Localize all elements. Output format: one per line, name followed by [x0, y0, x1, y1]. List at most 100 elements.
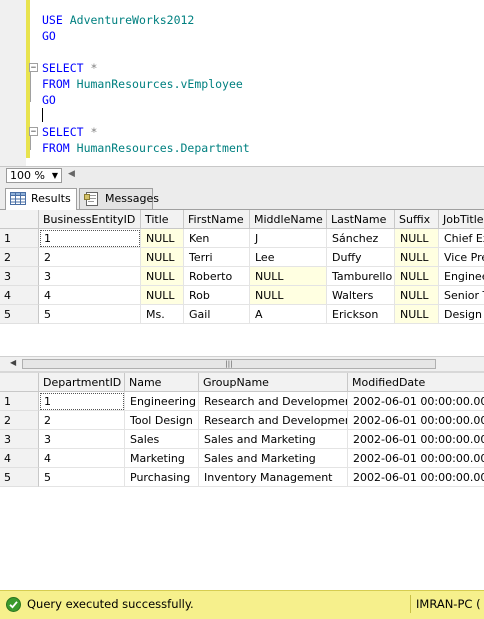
table-cell[interactable]: Engineering	[125, 392, 199, 411]
table-cell[interactable]: Sales and Marketing	[199, 449, 348, 468]
table-cell[interactable]: Terri	[184, 248, 250, 267]
table-cell[interactable]: Ms.	[141, 305, 184, 324]
table-cell[interactable]: Erickson	[327, 305, 395, 324]
scroll-left-icon[interactable]: ◀	[68, 169, 75, 179]
grid-corner[interactable]	[0, 373, 39, 392]
table-cell[interactable]: 2	[39, 248, 141, 267]
column-header[interactable]: Name	[125, 373, 199, 392]
tab-messages[interactable]: Messages	[79, 188, 159, 209]
table-cell[interactable]: Research and Development	[199, 411, 348, 430]
status-message: Query executed successfully.	[27, 597, 194, 611]
table-cell[interactable]: Gail	[184, 305, 250, 324]
table-cell[interactable]: Walters	[327, 286, 395, 305]
table-cell[interactable]: 2002-06-01 00:00:00.000	[348, 392, 484, 411]
table-cell[interactable]: NULL	[141, 248, 184, 267]
table-cell[interactable]: 5	[39, 468, 125, 487]
table-cell[interactable]: 2	[39, 411, 125, 430]
table-cell[interactable]: NULL	[395, 229, 439, 248]
scroll-left-icon[interactable]: ◀	[10, 358, 16, 367]
table-cell[interactable]: Sales	[125, 430, 199, 449]
table-cell[interactable]: Rob	[184, 286, 250, 305]
sql-identifier: *	[90, 125, 98, 139]
column-header[interactable]: GroupName	[199, 373, 348, 392]
column-header[interactable]: DepartmentID	[39, 373, 125, 392]
sql-keyword: SELECT	[42, 125, 84, 139]
table-cell[interactable]: 2002-06-01 00:00:00.000	[348, 449, 484, 468]
table-cell[interactable]: Inventory Management	[199, 468, 348, 487]
table-cell[interactable]: Enginee	[439, 267, 484, 286]
table-cell[interactable]: 2002-06-01 00:00:00.000	[348, 430, 484, 449]
row-number[interactable]: 4	[0, 286, 39, 305]
table-cell[interactable]: Design E	[439, 305, 484, 324]
table-cell[interactable]: 1	[39, 392, 125, 411]
row-number[interactable]: 3	[0, 430, 39, 449]
table-cell[interactable]: Research and Development	[199, 392, 348, 411]
table-cell[interactable]: Sánchez	[327, 229, 395, 248]
table-cell[interactable]: Roberto	[184, 267, 250, 286]
outline-guide	[30, 136, 31, 150]
table-cell[interactable]: Sales and Marketing	[199, 430, 348, 449]
table-cell[interactable]: Lee	[250, 248, 327, 267]
table-cell[interactable]: NULL	[141, 267, 184, 286]
row-number[interactable]: 4	[0, 449, 39, 468]
table-cell[interactable]: Chief Ex	[439, 229, 484, 248]
collapse-icon[interactable]: −	[29, 127, 38, 137]
column-header[interactable]: Suffix	[395, 210, 439, 229]
row-number[interactable]: 5	[0, 468, 39, 487]
table-cell[interactable]: Marketing	[125, 449, 199, 468]
table-cell[interactable]: NULL	[395, 267, 439, 286]
table-cell[interactable]: NULL	[395, 248, 439, 267]
query-editor[interactable]: − − USE AdventureWorks2012 GO SELECT * FROM…	[0, 0, 484, 166]
row-number[interactable]: 1	[0, 392, 39, 411]
row-number[interactable]: 1	[0, 229, 39, 248]
table-cell[interactable]: Senior T	[439, 286, 484, 305]
sql-identifier: *	[90, 61, 98, 75]
column-header[interactable]: ModifiedDate	[348, 373, 484, 392]
table-cell[interactable]: NULL	[141, 286, 184, 305]
table-cell[interactable]: NULL	[250, 267, 327, 286]
table-cell[interactable]: 4	[39, 449, 125, 468]
column-header[interactable]: MiddleName	[250, 210, 327, 229]
zoom-value: 100 %	[10, 169, 45, 182]
table-cell[interactable]: NULL	[395, 305, 439, 324]
table-cell[interactable]: 1	[39, 229, 141, 248]
table-cell[interactable]: Purchasing	[125, 468, 199, 487]
grid-corner[interactable]	[0, 210, 39, 229]
table-cell[interactable]: A	[250, 305, 327, 324]
table-cell[interactable]: Duffy	[327, 248, 395, 267]
scrollbar-thumb[interactable]: |||	[22, 359, 436, 369]
zoom-select[interactable]: 100 % ▼	[6, 168, 62, 183]
table-cell[interactable]: J	[250, 229, 327, 248]
row-number[interactable]: 5	[0, 305, 39, 324]
row-number[interactable]: 2	[0, 248, 39, 267]
tab-results[interactable]: Results	[5, 188, 77, 210]
row-number[interactable]: 2	[0, 411, 39, 430]
table-cell[interactable]: Tamburello	[327, 267, 395, 286]
query-status-bar: Query executed successfully. IMRAN-PC (	[0, 590, 484, 619]
table-cell[interactable]: NULL	[141, 229, 184, 248]
table-cell[interactable]: 4	[39, 286, 141, 305]
table-cell[interactable]: 3	[39, 430, 125, 449]
column-header[interactable]: JobTitle	[439, 210, 484, 229]
column-header[interactable]: Title	[141, 210, 184, 229]
code-line: SELECT *	[42, 124, 97, 140]
column-header[interactable]: BusinessEntityID	[39, 210, 141, 229]
table-cell[interactable]: Tool Design	[125, 411, 199, 430]
collapse-icon[interactable]: −	[29, 63, 38, 73]
table-cell[interactable]: 3	[39, 267, 141, 286]
results-grid-employee[interactable]: BusinessEntityID Title FirstName MiddleName…	[0, 210, 484, 358]
table-cell[interactable]: 2002-06-01 00:00:00.000	[348, 468, 484, 487]
sql-keyword: FROM	[42, 77, 70, 91]
results-grid-department[interactable]: DepartmentID Name GroupName ModifiedDate 1 1 E…	[0, 373, 484, 590]
column-header[interactable]: FirstName	[184, 210, 250, 229]
table-cell[interactable]: 5	[39, 305, 141, 324]
table-cell[interactable]: Ken	[184, 229, 250, 248]
sql-keyword: USE	[42, 13, 63, 27]
table-cell[interactable]: Vice Pre	[439, 248, 484, 267]
row-number[interactable]: 3	[0, 267, 39, 286]
table-cell[interactable]: NULL	[250, 286, 327, 305]
column-header[interactable]: LastName	[327, 210, 395, 229]
table-cell[interactable]: NULL	[395, 286, 439, 305]
table-cell[interactable]: 2002-06-01 00:00:00.000	[348, 411, 484, 430]
tab-messages-label: Messages	[105, 192, 159, 205]
